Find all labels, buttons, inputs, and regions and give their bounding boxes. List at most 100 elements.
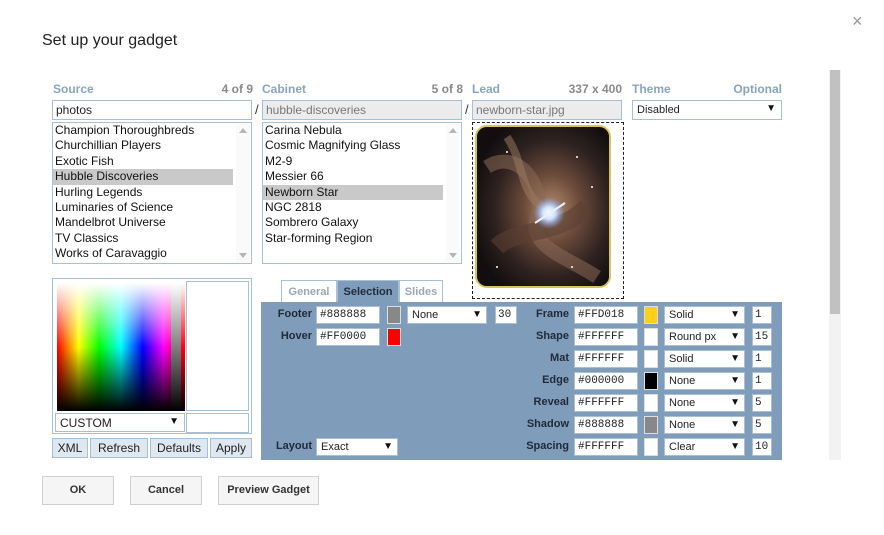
source-count: 4 of 9 (221, 82, 253, 96)
shadow-style-select[interactable]: None ▼ (664, 416, 745, 434)
theme-label: Theme (632, 82, 671, 96)
source-label: Source (53, 82, 94, 96)
mat-style-select[interactable]: Solid ▼ (664, 350, 745, 368)
source-list[interactable]: Champion Thoroughbreds Churchillian Playe… (52, 122, 252, 264)
edge-hex-input[interactable]: #000000 (574, 372, 638, 390)
spacing-color-swatch[interactable] (644, 438, 658, 456)
footer-color-swatch[interactable] (387, 306, 401, 324)
shadow-hex-input[interactable]: #888888 (574, 416, 638, 434)
list-item[interactable]: M2-9 (263, 154, 461, 169)
footer-label: Footer (277, 308, 312, 320)
list-item[interactable]: NGC 2818 (263, 200, 461, 215)
spacing-style-value: Clear (669, 441, 696, 453)
list-item[interactable]: Works of Caravaggio (53, 246, 251, 261)
list-item[interactable]: Newborn Star (263, 184, 443, 200)
mat-num-input[interactable]: 1 (752, 350, 772, 368)
mat-hex-input[interactable]: #FFFFFF (574, 350, 638, 368)
edge-color-swatch[interactable] (644, 372, 658, 390)
list-item[interactable]: Messier 66 (263, 169, 461, 184)
list-item[interactable]: Champion Thoroughbreds (53, 123, 251, 138)
color-preset-select[interactable]: CUSTOM ▼ (55, 413, 185, 432)
tab-selection[interactable]: Selection (337, 280, 399, 303)
layout-select[interactable]: Exact ▼ (316, 438, 398, 456)
mat-label: Mat (550, 352, 569, 364)
reveal-style-value: None (669, 397, 696, 409)
footer-hex-input[interactable]: #888888 (316, 306, 380, 324)
frame-hex-input[interactable]: #FFD018 (574, 306, 638, 324)
theme-optional: Optional (733, 82, 782, 96)
list-item[interactable]: Star-forming Region (263, 231, 461, 246)
shape-num-input[interactable]: 15 (752, 328, 772, 346)
preview-gadget-button[interactable]: Preview Gadget (218, 476, 319, 505)
mat-color-swatch[interactable] (644, 350, 658, 368)
shape-style-select[interactable]: Round px ▼ (664, 328, 745, 346)
list-item[interactable]: Sombrero Galaxy (263, 215, 461, 230)
hover-color-swatch[interactable] (387, 328, 401, 346)
chevron-down-icon: ▼ (766, 103, 776, 114)
list-item[interactable]: Hubble Discoveries (53, 169, 233, 185)
list-item[interactable]: Mandelbrot Universe (53, 215, 251, 230)
reveal-hex-input[interactable]: #FFFFFF (574, 394, 638, 412)
list-item[interactable]: Carina Nebula (263, 123, 461, 138)
chevron-down-icon: ▼ (472, 309, 482, 320)
grayscale-strip[interactable] (171, 283, 181, 411)
lead-input[interactable]: newborn-star.jpg (472, 100, 622, 120)
xml-button[interactable]: XML (52, 438, 88, 458)
shape-color-swatch[interactable] (644, 328, 658, 346)
shape-label: Shape (535, 330, 569, 342)
list-item[interactable]: Hurling Legends (53, 185, 251, 200)
scroll-up-icon[interactable] (449, 128, 457, 133)
spacing-hex-input[interactable]: #FFFFFF (574, 438, 638, 456)
lead-dimensions: 337 x 400 (568, 82, 622, 96)
selection-panel: Footer #888888 None ▼ 30 Hover #FF0000 L… (261, 302, 782, 460)
cabinet-input[interactable]: hubble-discoveries (262, 100, 462, 120)
cabinet-count: 5 of 8 (431, 82, 463, 96)
shadow-color-swatch[interactable] (644, 416, 658, 434)
edge-style-select[interactable]: None ▼ (664, 372, 745, 390)
lead-preview[interactable] (472, 122, 624, 299)
spacing-num-input[interactable]: 10 (752, 438, 772, 456)
cancel-button[interactable]: Cancel (130, 476, 202, 505)
scroll-up-icon[interactable] (239, 128, 247, 133)
tab-general[interactable]: General (281, 280, 337, 303)
dialog-scrollbar-thumb[interactable] (830, 70, 840, 314)
close-icon[interactable]: × (852, 12, 863, 30)
mat-style-value: Solid (669, 353, 694, 365)
spacing-style-select[interactable]: Clear ▼ (664, 438, 745, 456)
theme-select[interactable]: Disabled ▼ (632, 100, 782, 120)
color-hex-input[interactable] (186, 413, 249, 433)
hover-label: Hover (280, 330, 312, 342)
reveal-style-select[interactable]: None ▼ (664, 394, 745, 412)
list-item[interactable]: TV Classics (53, 231, 251, 246)
list-item[interactable]: Churchillian Players (53, 138, 251, 153)
list-item[interactable]: Cosmic Magnifying Glass (263, 138, 461, 153)
shape-hex-input[interactable]: #FFFFFF (574, 328, 638, 346)
edge-num-input[interactable]: 1 (752, 372, 772, 390)
reveal-num-input[interactable]: 5 (752, 394, 772, 412)
ok-button[interactable]: OK (42, 476, 114, 505)
frame-style-select[interactable]: Solid ▼ (664, 306, 745, 324)
edge-style-value: None (669, 375, 696, 387)
apply-button[interactable]: Apply (210, 438, 252, 458)
cabinet-list[interactable]: Carina Nebula Cosmic Magnifying Glass M2-9… (262, 122, 462, 264)
list-item[interactable]: Exotic Fish (53, 154, 251, 169)
frame-color-swatch[interactable] (644, 306, 658, 324)
source-list-scrollbar[interactable] (236, 124, 250, 262)
reveal-color-swatch[interactable] (644, 394, 658, 412)
shadow-num-input[interactable]: 5 (752, 416, 772, 434)
list-item[interactable]: Luminaries of Science (53, 200, 251, 215)
scroll-down-icon[interactable] (449, 253, 457, 258)
defaults-button[interactable]: Defaults (150, 438, 208, 458)
lead-label: Lead (472, 82, 501, 96)
footer-style-select[interactable]: None ▼ (407, 306, 487, 324)
hover-hex-input[interactable]: #FF0000 (316, 328, 380, 346)
chevron-down-icon: ▼ (730, 309, 740, 320)
source-input[interactable]: photos (52, 100, 252, 120)
scroll-down-icon[interactable] (239, 253, 247, 258)
frame-num-input[interactable]: 1 (752, 306, 772, 324)
refresh-button[interactable]: Refresh (90, 438, 148, 458)
cabinet-list-scrollbar[interactable] (446, 124, 460, 262)
color-spectrum[interactable] (57, 283, 185, 411)
chevron-down-icon: ▼ (730, 397, 740, 408)
tab-slides[interactable]: Slides (399, 280, 443, 303)
